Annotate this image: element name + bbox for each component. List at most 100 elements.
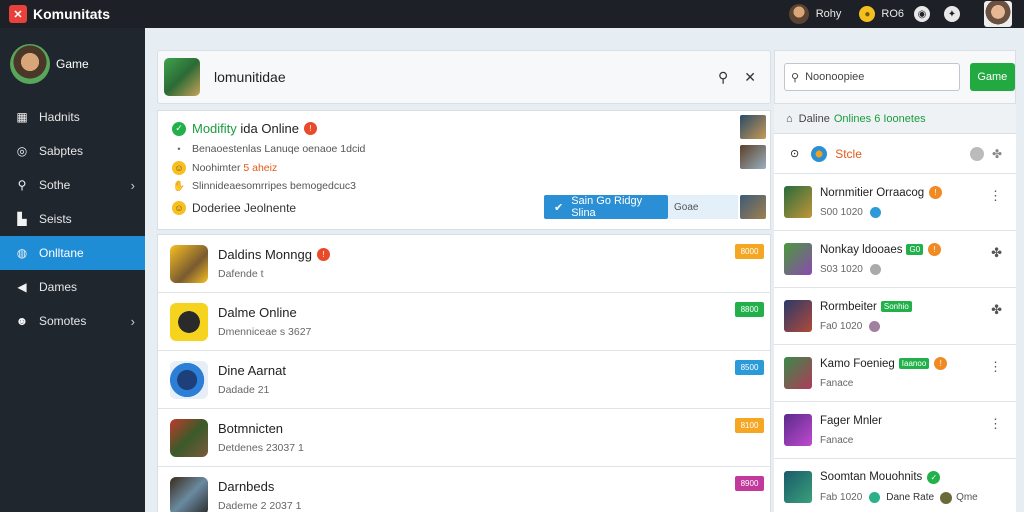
friend-item[interactable]: Fager Mnler Fanace ⋮: [774, 402, 1016, 459]
notification-line-2: Noohimter 5 aheiz: [192, 162, 277, 174]
users-icon[interactable]: ✤: [991, 302, 1002, 318]
game-button[interactable]: Game: [969, 63, 1015, 91]
globe-icon: ◍: [16, 246, 28, 260]
notification-thumbnail[interactable]: [740, 115, 766, 139]
notification-card: ✓ Modifity ida Online ! • Benaoestenlas …: [157, 110, 771, 230]
notification-title-rest: ida Online: [240, 121, 299, 136]
smile-icon: ☻: [15, 314, 29, 328]
friend-item[interactable]: Kamo Foenieg Iaanoo! Fanace ⋮: [774, 345, 1016, 402]
status-badge: 8800: [735, 302, 764, 317]
status-pill: Iaanoo: [898, 358, 930, 369]
search-icon[interactable]: ⚲: [718, 69, 728, 86]
sidebar-item-seists[interactable]: ▙ Seists: [0, 202, 145, 236]
list-item[interactable]: Botmnicten Detdenes 23037 1 8100: [158, 409, 770, 467]
profile-picture[interactable]: [984, 1, 1012, 27]
sidebar-item-sothe[interactable]: ⚲ Sothe ›: [0, 168, 145, 202]
sidebar-item-dames[interactable]: ◀ Dames: [0, 270, 145, 304]
coin-icon: ●: [859, 6, 876, 22]
alert-badge-icon: !: [929, 186, 943, 199]
user-avatar[interactable]: [788, 4, 809, 24]
game-icon: [170, 418, 208, 457]
friend-name: Nonkay ldooaes: [820, 243, 903, 256]
settings-icon[interactable]: ✦: [944, 6, 960, 22]
avatar[interactable]: [10, 44, 50, 84]
radio-icon: ⊙: [790, 148, 800, 160]
users-icon[interactable]: ✤: [992, 147, 1002, 161]
status-dot-icon: [869, 320, 881, 332]
friend-group-header[interactable]: ⊙ Stcle ✤: [774, 134, 1016, 174]
avatar: [784, 300, 812, 332]
notification-thumbnail[interactable]: [740, 145, 766, 169]
top-right-controls: Rohy ● RO6 ◉ ✦: [788, 0, 1012, 28]
friend-name: Nornmitier Orraacog: [820, 186, 925, 199]
top-bar: ✕ Komunitats Rohy ● RO6 ◉ ✦: [0, 0, 1024, 28]
community-header: lomunitidae ⚲ ✕: [157, 50, 771, 104]
notification-line-1: Benaoestenlas Lanuqe oenaoe 1dcid: [192, 143, 366, 155]
game-name: Darnbeds: [218, 479, 275, 494]
notification-line: • Benaoestenlas Lanuqe oenaoe 1dcid: [172, 143, 365, 155]
sidebar-item-label: Onlltane: [39, 246, 84, 260]
community-logo: [164, 58, 200, 96]
close-icon[interactable]: ✕: [744, 69, 756, 86]
app-title: Komunitats: [33, 6, 110, 22]
online-prefix: Daline: [798, 112, 830, 125]
list-item[interactable]: Daldins Monngg! Dafende t 8000: [158, 235, 770, 293]
join-button[interactable]: ✔ Sain Go Ridgy Slina: [544, 195, 668, 219]
game-icon: [170, 360, 208, 399]
more-icon[interactable]: ⋮: [989, 359, 1002, 375]
sidebar-item-label: Somotes: [39, 314, 87, 328]
bullet-icon: •: [177, 144, 181, 154]
username[interactable]: Rohy: [816, 8, 842, 20]
avatar: [784, 186, 812, 218]
list-item[interactable]: Dalme Online Dmenniceae s 3627 8800: [158, 293, 770, 351]
friend-name: Soomtan Mouohnits: [820, 471, 923, 483]
game-meta: Dademe 2 2037 1: [218, 500, 302, 512]
check-badge-icon: ✓: [927, 470, 941, 484]
more-icon[interactable]: ⋮: [989, 188, 1002, 204]
notification-line: ☺ Doderiee Jeolnente: [172, 201, 296, 215]
game-name: Botmnicten: [218, 421, 284, 436]
notification-line-4: Doderiee Jeolnente: [192, 201, 297, 215]
chat-icon[interactable]: ◉: [914, 6, 930, 22]
join-side-label: Goae: [668, 195, 738, 219]
notification-title-row: ✓ Modifity ida Online !: [172, 121, 317, 136]
users-icon[interactable]: ✤: [991, 245, 1002, 261]
online-count: Onlines 6 Ioonetes: [833, 112, 926, 125]
friend-meta: S03 1020: [820, 264, 863, 275]
notification-line-3: Slinnideaesomrripes bemogedcuc3: [192, 180, 357, 192]
notification-line-2a: Noohimter: [192, 162, 241, 174]
sidebar-item-onlltane[interactable]: ◍ Onlltane: [0, 236, 145, 270]
friend-search-input[interactable]: ⚲ Noonoopiee: [784, 63, 960, 91]
puzzle-icon[interactable]: ✕: [9, 5, 27, 23]
friend-item[interactable]: Soomtan Mouohnits ✓ Fab 1020 Dane Rate Qm…: [774, 459, 1016, 512]
notification-line: ✋ Slinnideaesomrripes bemogedcuc3: [172, 180, 356, 192]
list-item[interactable]: Dine Aarnat Dadade 21 8500: [158, 351, 770, 409]
game-tag: G0: [906, 244, 924, 255]
game-list: Daldins Monngg! Dafende t 8000 Dalme Onl…: [157, 234, 771, 512]
alert-badge-icon: !: [303, 122, 317, 135]
status-icon[interactable]: [969, 146, 984, 161]
notification-thumbnail[interactable]: [740, 195, 766, 219]
friend-item[interactable]: Nornmitier Orraacog! S00 1020 ⋮: [774, 174, 1016, 231]
avatar: [784, 414, 812, 446]
search-icon: ⚲: [791, 71, 800, 84]
game-meta: Dadade 21: [218, 384, 270, 396]
friend-item[interactable]: Rormbeiter Sonhio Fa0 1020 ✤: [774, 288, 1016, 345]
game-name: Dine Aarnat: [218, 363, 286, 378]
friend-item[interactable]: Nonkay ldooaes G0! S03 1020 ✤: [774, 231, 1016, 288]
profile-name: Game: [56, 57, 89, 71]
lock-icon: ⌂: [786, 112, 793, 125]
sidebar-item-sabptes[interactable]: ◎ Sabptes: [0, 134, 145, 168]
grid-icon: ▦: [16, 110, 28, 124]
friend-meta: Fanace: [820, 434, 854, 446]
alert-badge-icon: !: [316, 248, 330, 261]
join-button-label: Sain Go Ridgy Slina: [571, 195, 643, 219]
sidebar-item-somotes[interactable]: ☻ Somotes ›: [0, 304, 145, 338]
list-item[interactable]: Darnbeds Dademe 2 2037 1 8900: [158, 467, 770, 512]
game-icon: [170, 244, 208, 283]
sidebar-profile[interactable]: Game: [0, 28, 145, 100]
more-icon[interactable]: ⋮: [989, 416, 1002, 432]
friend-meta: Fab 1020: [820, 492, 863, 503]
chevron-right-icon: ›: [130, 177, 135, 193]
sidebar-item-hadnits[interactable]: ▦ Hadnits: [0, 100, 145, 134]
